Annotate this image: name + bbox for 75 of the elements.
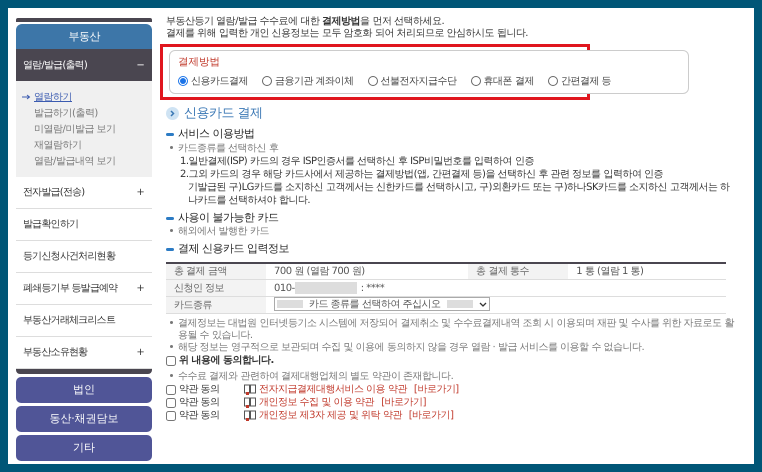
intro-text: 부동산등기 열람/발급 수수료에 대한 결제방법을 먼저 선택하세요. [166,16,446,28]
bullet-icon [170,146,173,149]
option-label: 금융기관 계좌이체 [275,74,354,89]
note-text: 해외에서 발행한 카드 [178,226,269,238]
terms-link[interactable]: 전자지급결제대행서비스 이용 약관 [259,383,407,396]
submenu-item[interactable]: 열람/발급내역 보기 [34,154,116,168]
terms-link[interactable]: 개인정보 제3자 제공 및 위탁 약관 [259,409,402,422]
subsection-title: 서비스 이용방법 [178,126,254,142]
option-label: 신용카드결제 [191,74,248,89]
arrow-icon [22,94,31,100]
book-icon [244,397,256,408]
section-title: 신용카드 결제 [184,104,263,123]
category-button[interactable]: 기타 [16,435,152,461]
bullet-icon [170,374,173,378]
checkbox-label: 약관 동의 [179,383,221,396]
bullet-icon [170,229,173,232]
submenu-item[interactable]: 발급하기(출력) [34,106,98,120]
note-text: 수수료 결제와 관련하여 결제대행업체의 별도 약관이 존재합니다. [178,371,454,384]
dash-icon [166,133,174,136]
panel-title: 결제방법 [178,55,221,70]
checkbox[interactable] [166,384,176,395]
checkbox-label: 약관 동의 [179,396,221,410]
shortcut-link[interactable]: [바로가기] [408,409,454,422]
shortcut-link[interactable]: [바로가기] [381,396,426,410]
card-type-select[interactable]: 카드 종류를 선택하여 주십시오 [274,297,490,312]
radio-button[interactable] [178,76,188,86]
dash-icon [166,216,174,220]
checkbox[interactable] [166,356,176,366]
masked-text: : **** [360,282,384,294]
shortcut-link[interactable]: [바로가기] [414,383,459,396]
redaction-block [277,300,303,308]
redaction-block [446,300,473,308]
redaction-block [294,282,357,294]
table-cell: 700 원 (열람 700 원) [266,262,468,280]
radio-button[interactable] [470,76,481,86]
bullet-icon [170,345,173,348]
option-label: 간편결제 등 [560,74,612,89]
submenu-item[interactable]: 재열람하기 [34,138,82,152]
table-cell: 총 결제 통수 [468,262,568,280]
subsection-title: 사용이 불가능한 카드 [178,210,278,226]
caret-icon [478,302,487,307]
book-icon [244,410,256,422]
submenu-item[interactable]: 열람하기 [34,90,72,104]
radio-button[interactable] [262,76,272,86]
note-text: 결제정보는 대법원 인터넷등기소 시스템에 저장되어 결제취소 및 수수료결제내역 조회 시 이용되며 재판 및 수사를 위한 자료로도 활용될 수 있습니다. [178,318,736,342]
menu-item[interactable]: 열람/발급(출력) − [16,49,152,81]
intro-text: 결제를 위해 입력한 개인 신용정보는 모두 암호화 되어 처리되므로 안심하시도 됩니다. [166,28,529,40]
sidebar-header[interactable]: 부동산 [16,24,152,49]
terms-link[interactable]: 개인정보 수집 및 이용 약관 [259,396,374,410]
book-icon [244,384,256,396]
category-button[interactable]: 동산·채권담보 [16,406,152,432]
checkbox-label: 약관 동의 [179,409,221,422]
phone-prefix: 010- [274,282,295,294]
step-text: 기발급된 구)LG카드를 소지하신 고객께서는 신한카드를 선택하시고, 구)외환카드 또는 구)하나SK카드를 소지하신 고객께서는 하나카드를 선택하셔야 합니다. [188,180,731,207]
dash-icon [166,248,174,251]
checkbox[interactable] [166,410,176,421]
category-button[interactable]: 법인 [16,377,152,403]
submenu-item[interactable]: 미열람/미발급 보기 [34,122,116,136]
chevron-circle-icon [166,107,179,120]
table-cell: 1 통 (열람 1 통) [568,262,726,280]
step-text: 1.일반결제(ISP) 카드의 경우 ISP인증서를 선택하신 후 ISP비밀번호를 입력하여 인증 [180,154,535,168]
radio-button[interactable] [368,76,378,86]
checkbox-label: 위 내용에 동의합니다. [179,354,274,368]
table-cell: 신청인 정보 [166,280,266,297]
option-label: 휴대폰 결제 [484,74,534,89]
note-text: 해당 정보는 영구적으로 보관되며 수집 및 이용에 동의하지 않을 경우 열람 · 발급 서비스를 이용할 수 없습니다. [178,342,644,354]
option-label: 선불전자지급수단 [380,74,457,89]
subsection-title: 결제 신용카드 입력정보 [178,241,289,258]
bullet-icon [170,321,173,324]
table-cell: 총 결제 금액 [166,262,266,280]
table-cell: 카드종류 [166,296,266,314]
radio-button[interactable] [548,76,558,86]
step-text: 2.그외 카드의 경우 해당 카드사에서 제공하는 결제방법(앱, 간편결제 등)을 선택하신 후 관련 정보를 입력하여 인증 [180,168,664,181]
note-text: 카드종류를 선택하신 후 [178,142,278,155]
checkbox[interactable] [166,398,176,408]
